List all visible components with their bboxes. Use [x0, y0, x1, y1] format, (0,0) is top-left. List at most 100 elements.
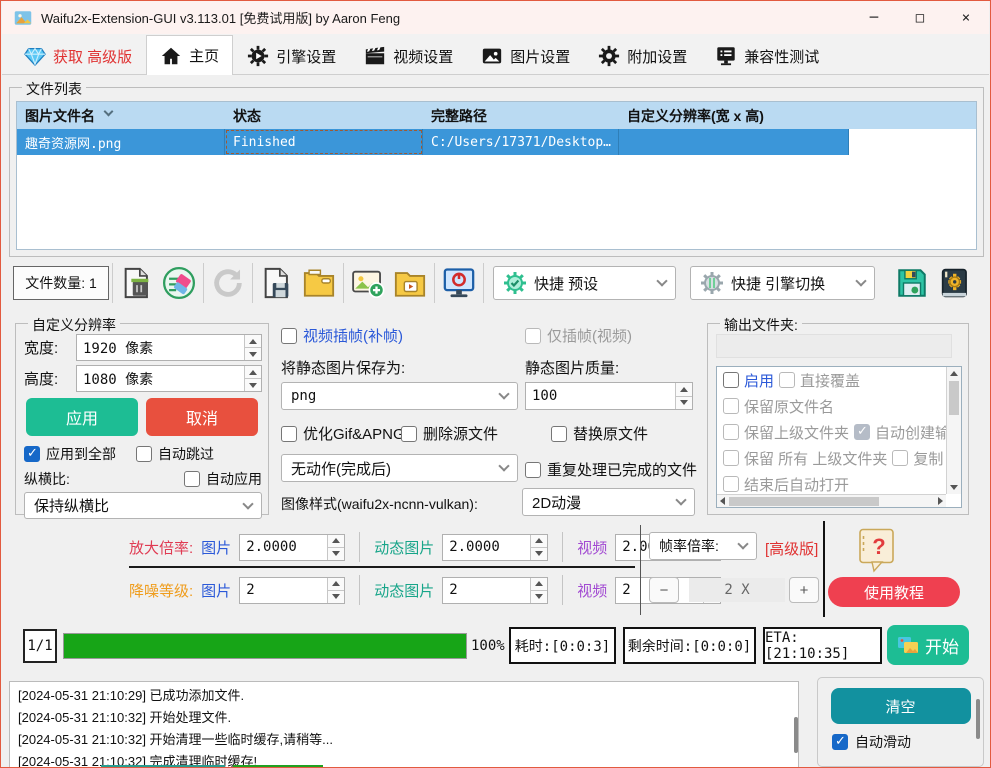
height-spinner[interactable]: 1080 像素: [76, 365, 262, 392]
progress-bar-fill: [64, 634, 466, 658]
column-header-path[interactable]: 完整路径: [423, 102, 619, 129]
width-spinner[interactable]: 1920 像素: [76, 334, 262, 361]
remove-file-button[interactable]: [116, 262, 158, 304]
preset-gear-icon: [503, 271, 527, 295]
eraser-icon: [162, 266, 196, 300]
scale-gif-spinner[interactable]: 2.0000: [442, 534, 548, 561]
save-format-dropdown[interactable]: png: [281, 382, 518, 410]
shutdown-when-done-button[interactable]: [438, 262, 480, 304]
tab-image-settings[interactable]: 图片设置: [467, 37, 584, 74]
post-action-dropdown[interactable]: 无动作(完成后): [281, 454, 518, 482]
tab-home[interactable]: 主页: [146, 35, 233, 75]
add-video-folder-button[interactable]: [389, 262, 431, 304]
scroll-up-icon[interactable]: [950, 371, 958, 376]
tab-video-settings[interactable]: 视频设置: [350, 37, 467, 74]
quick-engine-switch-dropdown[interactable]: 快捷 引擎切换: [690, 266, 875, 300]
settings-book-icon: [937, 266, 971, 300]
optimize-gif-checkbox[interactable]: [281, 426, 297, 442]
svg-text:?: ?: [872, 534, 885, 559]
scroll-right-icon[interactable]: [938, 497, 943, 505]
engine-gear-icon: [247, 45, 269, 67]
tab-compatibility-test[interactable]: 兼容性测试: [701, 37, 833, 74]
clear-list-button[interactable]: [158, 262, 200, 304]
aspect-ratio-dropdown[interactable]: 保持纵横比: [24, 492, 262, 519]
frame-rate-plus-button[interactable]: +: [789, 577, 819, 603]
quick-preset-dropdown[interactable]: 快捷 预设: [493, 266, 676, 300]
auto-create-output-checkbox[interactable]: [854, 424, 870, 440]
save-file-list-button[interactable]: [256, 262, 298, 304]
save-format-label: 将静态图片保存为:: [281, 357, 405, 378]
minimize-button[interactable]: ─: [851, 1, 897, 34]
scrollbar-thumb[interactable]: [729, 497, 879, 506]
refresh-button[interactable]: [207, 262, 249, 304]
start-button[interactable]: 开始: [887, 625, 969, 665]
scroll-left-icon[interactable]: [720, 497, 725, 505]
spin-down-button[interactable]: [245, 347, 261, 360]
cancel-button[interactable]: 取消: [146, 398, 258, 436]
video-interpolation-checkbox[interactable]: [281, 328, 297, 344]
refresh-icon: [211, 266, 245, 300]
replace-original-checkbox[interactable]: [551, 426, 567, 442]
read-file-list-button[interactable]: [298, 262, 340, 304]
vertical-scrollbar[interactable]: [946, 367, 961, 494]
file-table-header: 图片文件名 状态 完整路径 自定义分辨率(宽 x 高): [17, 102, 976, 129]
quality-spinner[interactable]: 100: [525, 382, 693, 410]
custom-resolution-group: 自定义分辨率 宽度: 1920 像素 高度: 1080 像素 应用 取消 应用到…: [15, 323, 269, 515]
spin-down-button[interactable]: [245, 378, 261, 391]
diamond-icon: [24, 45, 46, 67]
tab-additional-settings[interactable]: 附加设置: [584, 37, 701, 74]
frame-rate-minus-button[interactable]: −: [649, 577, 679, 603]
cell-filename: 趣奇资源网.png: [17, 129, 225, 155]
open-after-finish-checkbox[interactable]: [723, 476, 739, 492]
tab-get-premium[interactable]: 获取 高级版: [10, 37, 146, 74]
tutorial-button[interactable]: 使用教程: [828, 577, 960, 607]
keep-all-parent-folders-checkbox[interactable]: [723, 450, 739, 466]
output-enable-checkbox[interactable]: [723, 372, 739, 388]
denoise-image-spinner[interactable]: 2: [239, 577, 345, 604]
auto-apply-checkbox[interactable]: [184, 471, 200, 487]
output-folder-input[interactable]: [716, 334, 952, 358]
apply-button[interactable]: 应用: [26, 398, 138, 436]
auto-scroll-label: 自动滑动: [855, 732, 911, 752]
save-settings-button[interactable]: [891, 262, 933, 304]
delete-source-checkbox[interactable]: [401, 426, 417, 442]
column-header-resolution[interactable]: 自定义分辨率(宽 x 高): [619, 102, 849, 129]
close-button[interactable]: ×: [943, 1, 989, 34]
frame-rate-dropdown[interactable]: 帧率倍率:: [649, 532, 757, 560]
start-photos-icon: [897, 634, 919, 656]
keep-filename-checkbox[interactable]: [723, 398, 739, 414]
column-header-status[interactable]: 状态: [225, 102, 423, 129]
spin-up-button[interactable]: [245, 366, 261, 378]
settings-manual-button[interactable]: [933, 262, 975, 304]
spin-up-button[interactable]: [245, 335, 261, 347]
column-header-filename[interactable]: 图片文件名: [17, 102, 225, 129]
panel-scrollbar-thumb[interactable]: [976, 699, 980, 739]
tab-engine-settings[interactable]: 引擎设置: [233, 37, 350, 74]
scrollbar-thumb[interactable]: [949, 381, 959, 415]
add-image-button[interactable]: [347, 262, 389, 304]
maximize-button[interactable]: □: [897, 1, 943, 34]
aspect-ratio-label: 纵横比:: [24, 469, 70, 489]
direct-overwrite-checkbox[interactable]: [779, 372, 795, 388]
table-row[interactable]: 趣奇资源网.png Finished C:/Users/17371/Deskto…: [17, 129, 976, 155]
spin-down-button[interactable]: [676, 396, 692, 410]
horizontal-scrollbar[interactable]: [717, 494, 946, 507]
clapperboard-icon: [364, 45, 386, 67]
interpolation-only-checkbox[interactable]: [525, 328, 541, 344]
copy-checkbox[interactable]: [892, 450, 908, 466]
denoise-level-row: 降噪等级: 图片 2 动态图片 2 视频 2: [129, 576, 721, 604]
floppy-save-icon: [895, 266, 929, 300]
log-line: [2024-05-31 21:10:32] 开始清理一些临时缓存,请稍等...: [18, 729, 790, 751]
keep-parent-folder-checkbox[interactable]: [723, 424, 739, 440]
auto-skip-checkbox[interactable]: [136, 446, 152, 462]
denoise-gif-spinner[interactable]: 2: [442, 577, 548, 604]
scale-image-spinner[interactable]: 2.0000: [239, 534, 345, 561]
scroll-down-icon[interactable]: [950, 485, 958, 490]
auto-scroll-checkbox[interactable]: [832, 734, 848, 750]
apply-to-all-checkbox[interactable]: [24, 446, 40, 462]
clear-log-button[interactable]: 清空: [831, 688, 971, 724]
reprocess-finished-checkbox[interactable]: [525, 462, 541, 478]
log-scrollbar-thumb[interactable]: [794, 717, 798, 753]
spin-up-button[interactable]: [676, 383, 692, 396]
image-style-dropdown[interactable]: 2D动漫: [522, 488, 695, 516]
